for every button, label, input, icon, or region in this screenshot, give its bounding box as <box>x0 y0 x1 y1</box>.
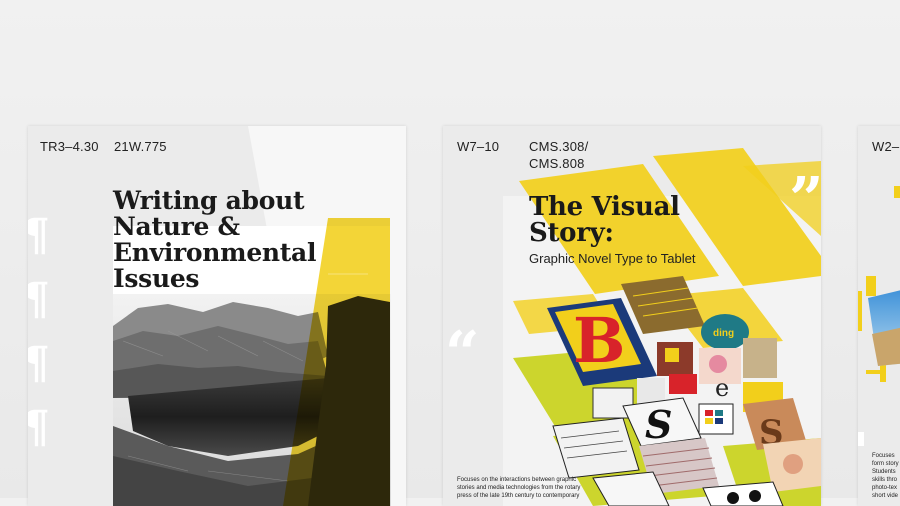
card-title-line: Writing about <box>113 186 305 215</box>
card-title-line: Nature & <box>113 212 240 241</box>
description-line: skills thro <box>872 477 898 483</box>
description-line: form story <box>872 461 899 467</box>
course-description: Focuses form story Students skills thro … <box>872 452 899 500</box>
description-line: short vide <box>872 493 899 499</box>
card-decoration <box>858 186 900 446</box>
collage-letter: S <box>645 402 672 447</box>
graphic-novel-collage: B ding e S S <box>547 276 821 506</box>
description-line: Focuses on the interactions between grap… <box>457 477 577 483</box>
collage-letter: B <box>573 304 625 377</box>
card-title-line: Issues <box>113 264 200 293</box>
quote-open-decoration: “ <box>445 319 480 389</box>
description-line: press of the late 19th century to contem… <box>457 493 580 499</box>
course-card-partial[interactable]: W2– Focuses form story Students skills t… <box>858 126 900 506</box>
description-line: photo-tex <box>872 485 898 491</box>
card-title-line: Story: <box>529 218 614 248</box>
quote-close-decoration: ” <box>789 165 821 235</box>
course-description: Focuses on the interactions between grap… <box>457 476 580 500</box>
course-card-writing-nature[interactable]: TR3–4.30 21W.775 ¶ ¶ ¶ ¶ <box>28 126 406 506</box>
landscape-photo <box>113 218 391 506</box>
collage-badge: ding <box>713 328 734 339</box>
course-card-visual-story[interactable]: W7–10 CMS.308/ CMS.808 B ding e S S “ ” … <box>443 126 821 506</box>
card-subtitle: Graphic Novel Type to Tablet <box>529 251 696 266</box>
description-line: Students <box>872 469 896 475</box>
description-line: stories and media technologies from the … <box>457 485 581 491</box>
card-title-line: Environmental <box>113 238 317 267</box>
collage-letter: e <box>715 374 729 402</box>
card-title-line: The Visual <box>529 192 680 222</box>
description-line: Focuses <box>872 453 895 459</box>
